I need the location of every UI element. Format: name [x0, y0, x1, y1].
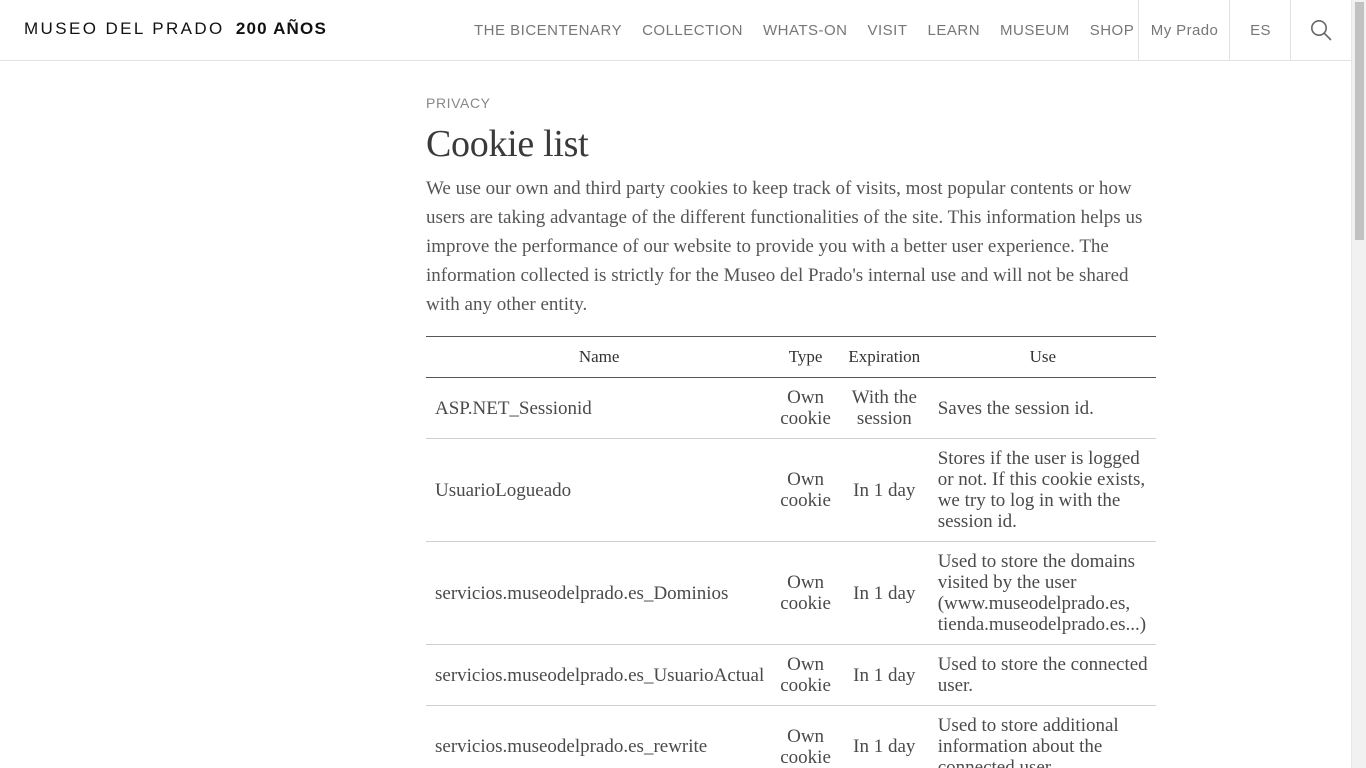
logo-text: MUSEO DEL PRADO	[24, 19, 225, 38]
cookie-expiration: In 1 day	[838, 644, 930, 706]
cookie-type: Own cookie	[772, 644, 839, 706]
cookie-type: Own cookie	[772, 377, 839, 439]
cookie-name: servicios.museodelprado.es_rewrite	[426, 705, 773, 768]
column-header-use: Use	[929, 336, 1156, 378]
search-button[interactable]	[1290, 0, 1351, 60]
main-nav: THE BICENTENARY COLLECTION WHATS-ON VISI…	[474, 0, 1154, 60]
cookie-expiration: With the session	[838, 377, 930, 439]
nav-item-visit[interactable]: VISIT	[868, 22, 908, 39]
cookie-name: servicios.museodelprado.es_Dominios	[426, 541, 773, 645]
cookie-expiration: In 1 day	[838, 705, 930, 768]
column-header-expiration: Expiration	[838, 336, 930, 378]
page-scrollbar[interactable]	[1351, 0, 1366, 768]
cookie-type: Own cookie	[772, 438, 839, 542]
search-icon	[1311, 20, 1332, 41]
cookie-type: Own cookie	[772, 541, 839, 645]
cookie-type: Own cookie	[772, 705, 839, 768]
cookie-use: Stores if the user is logged or not. If …	[929, 438, 1156, 542]
cookie-use: Used to store the domains visited by the…	[929, 541, 1156, 645]
cookie-use: Used to store the connected user.	[929, 644, 1156, 706]
column-header-type: Type	[772, 336, 839, 378]
cookie-table: Name Type Expiration Use ASP.NET_Session…	[426, 336, 1156, 768]
scrollbar-thumb[interactable]	[1355, 2, 1364, 240]
section-eyebrow[interactable]: PRIVACY	[426, 95, 1156, 111]
language-switch[interactable]: ES	[1229, 0, 1291, 60]
nav-item-bicentenary[interactable]: THE BICENTENARY	[474, 22, 622, 39]
table-row: ASP.NET_Sessionid Own cookie With the se…	[426, 377, 1156, 439]
nav-item-collection[interactable]: COLLECTION	[642, 22, 743, 39]
my-prado-link[interactable]: My Prado	[1138, 0, 1230, 60]
cookie-name: ASP.NET_Sessionid	[426, 377, 773, 439]
nav-item-learn[interactable]: LEARN	[928, 22, 981, 39]
site-header: MUSEO DEL PRADO 200 AÑOS THE BICENTENARY…	[0, 0, 1351, 61]
nav-item-shop[interactable]: SHOP	[1090, 22, 1135, 39]
cookie-name: UsuarioLogueado	[426, 438, 773, 542]
table-row: servicios.museodelprado.es_rewrite Own c…	[426, 705, 1156, 768]
table-row: servicios.museodelprado.es_UsuarioActual…	[426, 644, 1156, 706]
intro-paragraph: We use our own and third party cookies t…	[426, 178, 1143, 315]
table-row: servicios.museodelprado.es_Dominios Own …	[426, 541, 1156, 645]
cookie-expiration: In 1 day	[838, 438, 930, 542]
table-header-row: Name Type Expiration Use	[426, 336, 1156, 378]
nav-item-museum[interactable]: MUSEUM	[1000, 22, 1070, 39]
cookie-expiration: In 1 day	[838, 541, 930, 645]
site-logo[interactable]: MUSEO DEL PRADO 200 AÑOS	[24, 19, 327, 39]
column-header-name: Name	[426, 336, 773, 378]
main-content: PRIVACY Cookie list We use our own and t…	[426, 95, 1156, 768]
cookie-name: servicios.museodelprado.es_UsuarioActual	[426, 644, 773, 706]
cookie-use: Saves the session id.	[929, 377, 1156, 439]
nav-item-whats-on[interactable]: WHATS-ON	[763, 22, 848, 39]
cookie-use: Used to store additional information abo…	[929, 705, 1156, 768]
table-row: UsuarioLogueado Own cookie In 1 day Stor…	[426, 438, 1156, 542]
page-title: Cookie list	[426, 123, 589, 165]
logo-bicentenary: 200 AÑOS	[235, 19, 327, 38]
